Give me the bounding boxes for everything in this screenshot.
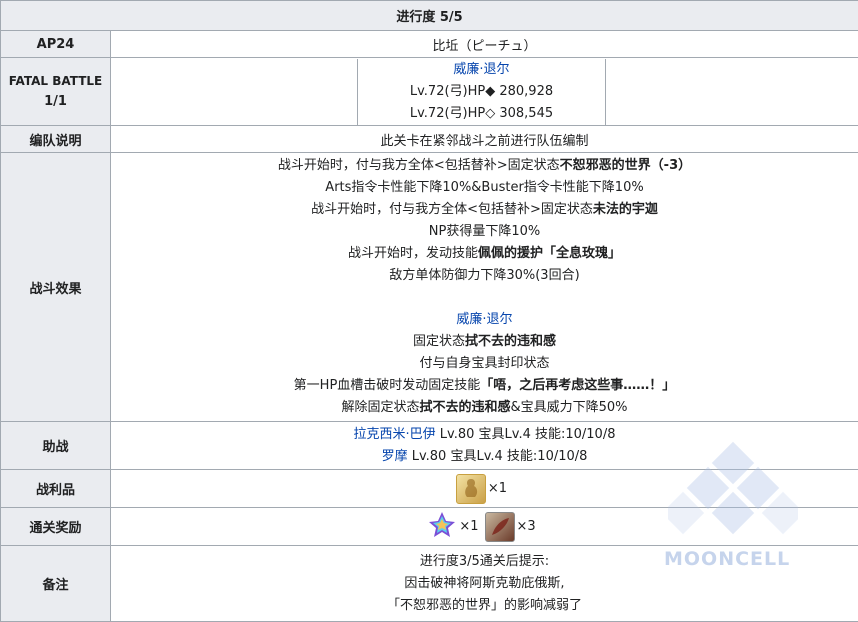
effect-skill-name: 佩佩的援护「全息玫瑰」 [478, 246, 622, 261]
effect-status-name: 未法的宇迦 [592, 202, 658, 217]
saint-quartz-icon[interactable] [427, 510, 457, 544]
effect-line: 第一HP血槽击破时发动固定技能「唔，之后再考虑这些事……！」 [111, 375, 858, 397]
support-cell: 拉克西米·巴伊 Lv.80 宝具Lv.4 技能:10/10/8 罗摩 Lv.80… [110, 421, 858, 470]
note-line: 「不恕邪恶的世界」的影响减弱了 [386, 597, 582, 613]
effect-text: 第一HP血槽击破时发动固定技能 [293, 378, 481, 393]
effect-line: 付与自身宝具封印状态 [419, 356, 550, 371]
clear-reward-label: 通关奖励 [0, 507, 111, 546]
effect-text: 战斗开始时，发动技能 [347, 246, 478, 261]
support-details: Lv.80 宝具Lv.4 技能:10/10/8 [435, 426, 616, 442]
battle-effects-cell: 战斗开始时，付与我方全体<包括替补>固定状态不恕邪恶的世界（-3） Arts指令… [110, 152, 858, 422]
effect-line: 敌方单体防御力下降30%(3回合) [389, 268, 580, 283]
notes-label: 备注 [0, 545, 111, 622]
enemy-slot: 威廉·退尔 Lv.72(弓)HP◆ 280,928 Lv.72(弓)HP◇ 30… [356, 58, 607, 125]
clear-reward-cell: ×1 ×3 [110, 507, 858, 546]
fatal-battle-label: FATAL BATTLE 1/1 [0, 57, 111, 126]
effect-text: 固定状态 [412, 334, 465, 349]
quest-table: 进行度 5/5 AP24 比坵（ピーチュ） FATAL BATTLE 1/1 威… [0, 0, 858, 622]
support-entry: 拉克西米·巴伊 Lv.80 宝具Lv.4 技能:10/10/8 [111, 424, 858, 446]
effect-line: Arts指令卡性能下降10%&Buster指令卡性能下降10% [325, 180, 644, 195]
fatal-battle-text: FATAL BATTLE [8, 73, 103, 88]
note-line: 进行度3/5通关后提示: [419, 553, 550, 569]
battle-effects-label: 战斗效果 [0, 152, 111, 422]
enemy-hp-1: Lv.72(弓)HP◆ 280,928 [409, 83, 554, 99]
effect-line: 战斗开始时，发动技能佩佩的援护「全息玫瑰」 [111, 243, 858, 265]
feather-material-icon[interactable] [484, 511, 515, 542]
ap-label: AP24 [0, 30, 111, 58]
effect-status-name: 不恕邪恶的世界（-3） [559, 158, 692, 173]
enemy-hp-2: Lv.72(弓)HP◇ 308,545 [409, 105, 554, 121]
support-entry: 罗摩 Lv.80 宝具Lv.4 技能:10/10/8 [111, 446, 858, 468]
effect-text: 解除固定状态 [341, 400, 420, 415]
effect-line: 解除固定状态拭不去的违和感&宝具威力下降50% [111, 397, 858, 419]
enemy-layout: 威廉·退尔 Lv.72(弓)HP◆ 280,928 Lv.72(弓)HP◇ 30… [111, 58, 858, 125]
effect-enemy-link[interactable]: 威廉·退尔 [111, 309, 858, 331]
enemy-cell: 威廉·退尔 Lv.72(弓)HP◆ 280,928 Lv.72(弓)HP◇ 30… [110, 57, 858, 126]
quest-location: 比坵（ピーチュ） [110, 30, 858, 58]
formation-text: 此关卡在紧邻战斗之前进行队伍编制 [110, 125, 858, 153]
enemy-name-link[interactable]: 威廉·退尔 [358, 59, 605, 81]
drops-label: 战利品 [0, 469, 111, 508]
effect-line: NP获得量下降10% [428, 224, 541, 239]
enemy-slot-empty-right [605, 58, 858, 125]
gold-statue-icon[interactable] [455, 473, 486, 504]
support-servant-link[interactable]: 拉克西米·巴伊 [354, 427, 436, 442]
reward-quantity: ×1 [459, 519, 479, 534]
effect-text: 战斗开始时，付与我方全体<包括替补>固定状态 [311, 202, 593, 217]
effect-text: 战斗开始时，付与我方全体<包括替补>固定状态 [277, 158, 560, 173]
progress-header: 进行度 5/5 [0, 0, 858, 31]
support-details: Lv.80 宝具Lv.4 技能:10/10/8 [407, 448, 588, 464]
effect-line: 固定状态拭不去的违和感 [111, 331, 858, 353]
support-label: 助战 [0, 421, 111, 470]
effect-skill-name: 「唔，之后再考虑这些事……！」 [480, 378, 676, 393]
note-line: 因击破神将阿斯克勒庇俄斯, [404, 575, 565, 591]
effect-line: 战斗开始时，付与我方全体<包括替补>固定状态不恕邪恶的世界（-3） [111, 155, 858, 177]
effect-status-name: 拭不去的违和感 [465, 334, 557, 349]
fatal-battle-count: 1/1 [44, 93, 67, 109]
progress-title: 进行度 5/5 [396, 10, 463, 25]
drops-cell: ×1 [110, 469, 858, 508]
effect-status-name: 拭不去的违和感 [419, 400, 511, 415]
reward-quantity: ×3 [516, 519, 536, 534]
notes-cell: 进行度3/5通关后提示: 因击破神将阿斯克勒庇俄斯, 「不恕邪恶的世界」的影响减… [110, 545, 858, 622]
drop-quantity: ×1 [487, 481, 508, 496]
effect-text: &宝具威力下降50% [510, 400, 628, 415]
effect-line: 战斗开始时，付与我方全体<包括替补>固定状态未法的宇迦 [111, 199, 858, 221]
formation-label: 编队说明 [0, 125, 111, 153]
effect-spacer [111, 287, 858, 309]
enemy-slot-empty-left [111, 58, 358, 125]
support-servant-link[interactable]: 罗摩 [382, 449, 408, 464]
